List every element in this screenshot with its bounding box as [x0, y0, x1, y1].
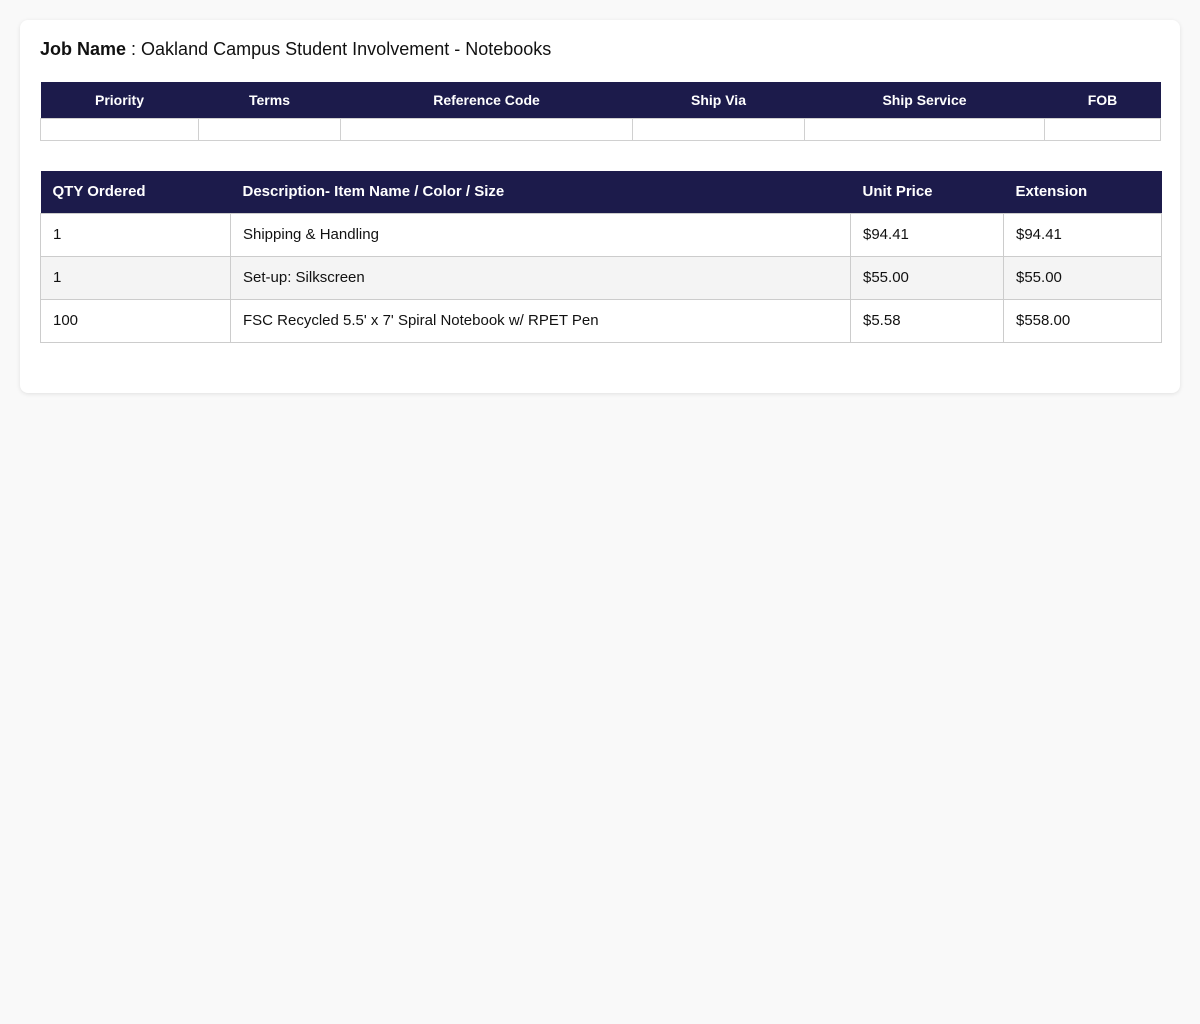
terms-cell [198, 118, 341, 141]
unit-price-cell: $5.58 [850, 298, 1004, 343]
description-cell: Shipping & Handling [230, 212, 851, 257]
unit-price-cell: $94.41 [850, 212, 1004, 257]
line-items-table: QTY Ordered Description- Item Name / Col… [40, 171, 1162, 343]
fob-header: FOB [1044, 82, 1161, 119]
priority-header: Priority [40, 82, 199, 119]
ship-service-cell [804, 118, 1045, 141]
fob-cell [1044, 118, 1161, 141]
extension-cell: $55.00 [1003, 255, 1162, 300]
table-row: 1 Set-up: Silkscreen $55.00 $55.00 [40, 255, 1162, 300]
qty-cell: 1 [40, 255, 231, 300]
order-card: Job Name : Oakland Campus Student Involv… [20, 20, 1180, 393]
job-name-separator: : [126, 39, 142, 59]
description-cell: FSC Recycled 5.5' x 7' Spiral Notebook w… [230, 298, 851, 343]
extension-header: Extension [1003, 171, 1162, 213]
job-name-line: Job Name : Oakland Campus Student Involv… [40, 38, 551, 60]
qty-ordered-header: QTY Ordered [40, 171, 231, 213]
extension-cell: $558.00 [1003, 298, 1162, 343]
ship-via-cell [632, 118, 805, 141]
unit-price-header: Unit Price [850, 171, 1004, 213]
terms-header: Terms [198, 82, 341, 119]
shipping-info-row [40, 118, 1161, 141]
qty-cell: 1 [40, 212, 231, 257]
description-header: Description- Item Name / Color / Size [230, 171, 851, 213]
shipping-info-table: Priority Terms Reference Code Ship Via S… [40, 82, 1161, 141]
line-items-header-row: QTY Ordered Description- Item Name / Col… [40, 171, 1162, 213]
description-cell: Set-up: Silkscreen [230, 255, 851, 300]
ship-service-header: Ship Service [804, 82, 1045, 119]
table-row: 1 Shipping & Handling $94.41 $94.41 [40, 212, 1162, 257]
ship-via-header: Ship Via [632, 82, 805, 119]
reference-code-header: Reference Code [340, 82, 633, 119]
table-row: 100 FSC Recycled 5.5' x 7' Spiral Notebo… [40, 298, 1162, 343]
job-name-label: Job Name [40, 39, 127, 59]
priority-cell [40, 118, 199, 141]
unit-price-cell: $55.00 [850, 255, 1004, 300]
qty-cell: 100 [40, 298, 231, 343]
extension-cell: $94.41 [1003, 212, 1162, 257]
job-name-value: Oakland Campus Student Involvement - Not… [141, 39, 552, 59]
reference-code-cell [340, 118, 633, 141]
shipping-info-header-row: Priority Terms Reference Code Ship Via S… [40, 82, 1161, 119]
